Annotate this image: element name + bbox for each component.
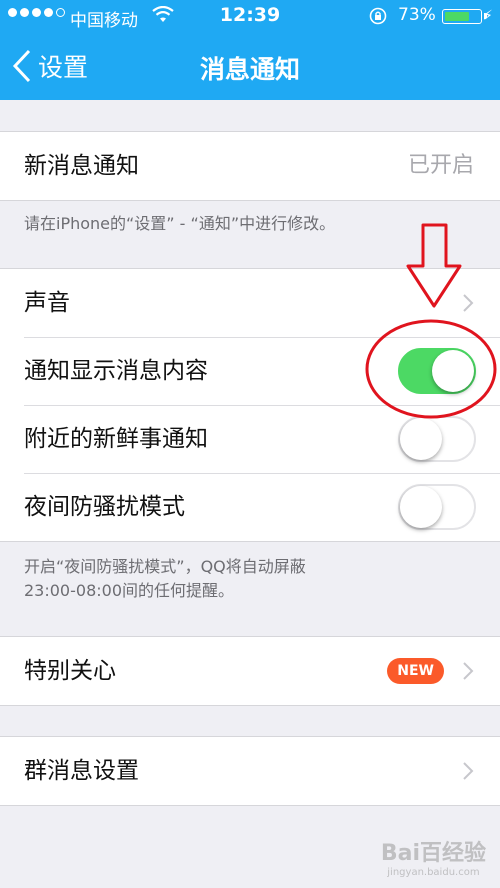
new-message-note: 请在iPhone的“设置” - “通知”中进行修改。 (24, 214, 336, 233)
chevron-right-icon (463, 662, 474, 680)
night-mode-note-line1: 开启“夜间防骚扰模式”，QQ将自动屏蔽 (24, 557, 306, 576)
row-nearby: 附近的新鲜事通知 (0, 405, 500, 473)
status-bar: 中国移动 12:39 73% ⚡ (0, 0, 500, 34)
chevron-right-icon (463, 762, 474, 780)
top-bar: 中国移动 12:39 73% ⚡ 设置 消息通知 (0, 0, 500, 100)
group-notification-options: 声音 通知显示消息内容 附近的新鲜事通知 夜间防骚扰模式 (0, 268, 500, 542)
show-content-toggle[interactable] (398, 348, 476, 394)
row-group-settings[interactable]: 群消息设置 (0, 737, 500, 805)
nearby-toggle[interactable] (398, 416, 476, 462)
night-mode-label: 夜间防骚扰模式 (24, 494, 185, 520)
rotation-lock-icon (369, 7, 387, 25)
night-mode-note: 开启“夜间防骚扰模式”，QQ将自动屏蔽 23:00-08:00间的任何提醒。 (24, 555, 306, 603)
navigation-bar: 设置 消息通知 (0, 34, 500, 100)
row-new-message[interactable]: 新消息通知 已开启 (0, 132, 500, 200)
row-sound[interactable]: 声音 (0, 269, 500, 337)
chevron-right-icon (463, 294, 474, 312)
charging-icon: ⚡ (483, 8, 493, 24)
toggle-knob (432, 350, 474, 392)
group-group-settings: 群消息设置 (0, 736, 500, 806)
nearby-label: 附近的新鲜事通知 (24, 426, 208, 452)
show-content-label: 通知显示消息内容 (24, 358, 208, 384)
new-badge: NEW (387, 658, 444, 684)
new-message-status: 已开启 (407, 153, 474, 178)
toggle-knob (400, 418, 442, 460)
battery-icon (442, 9, 487, 24)
group-new-message: 新消息通知 已开启 (0, 131, 500, 201)
night-mode-toggle[interactable] (398, 484, 476, 530)
night-mode-note-line2: 23:00-08:00间的任何提醒。 (24, 581, 234, 600)
row-special-care[interactable]: 特别关心 NEW (0, 637, 500, 705)
watermark-logo: Bai百经验 (380, 841, 486, 866)
new-message-label: 新消息通知 (24, 153, 139, 179)
watermark: Bai百经验 jingyan.baidu.com (381, 835, 486, 878)
watermark-url: jingyan.baidu.com (387, 867, 480, 878)
row-show-content: 通知显示消息内容 (0, 337, 500, 405)
row-night-mode: 夜间防骚扰模式 (0, 473, 500, 541)
toggle-knob (400, 486, 442, 528)
special-care-label: 特别关心 (24, 658, 116, 684)
page-title: 消息通知 (199, 55, 300, 84)
group-special-care: 特别关心 NEW (0, 636, 500, 706)
battery-percent: 73% (398, 5, 436, 25)
screen: 中国移动 12:39 73% ⚡ 设置 消息通知 新消息通知 已开启 请在iPh… (0, 0, 500, 888)
sound-label: 声音 (24, 290, 70, 316)
group-settings-label: 群消息设置 (24, 758, 139, 784)
